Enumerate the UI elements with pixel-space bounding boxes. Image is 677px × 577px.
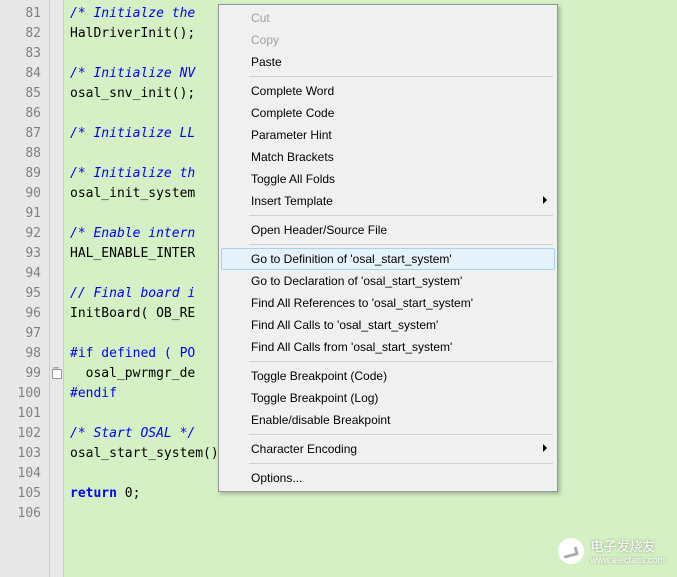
code-text: /* Initialize th (70, 166, 195, 181)
line-number: 98 (0, 344, 49, 364)
menu-item-cut[interactable]: Cut (221, 7, 555, 29)
line-number: 95 (0, 284, 49, 304)
line-number: 90 (0, 184, 49, 204)
menu-item-insert-template[interactable]: Insert Template (221, 190, 555, 212)
code-text: osal_pwrmgr_de (70, 366, 195, 381)
menu-item-options[interactable]: Options... (221, 467, 555, 489)
line-number: 88 (0, 144, 49, 164)
menu-item-find-calls-to[interactable]: Find All Calls to 'osal_start_system' (221, 314, 555, 336)
menu-label: Character Encoding (251, 442, 357, 456)
menu-separator (249, 215, 553, 216)
code-text: /* Start OSAL */ (70, 426, 195, 441)
line-number: 106 (0, 504, 49, 524)
line-number-gutter: 81 82 83 84 85 86 87 88 89 90 91 92 93 9… (0, 0, 50, 577)
code-text: /* Initialize LL (70, 126, 195, 141)
menu-item-copy[interactable]: Copy (221, 29, 555, 51)
code-text: InitBoard( OB_RE (70, 306, 195, 321)
menu-item-find-calls-from[interactable]: Find All Calls from 'osal_start_system' (221, 336, 555, 358)
menu-item-parameter-hint[interactable]: Parameter Hint (221, 124, 555, 146)
line-number: 103 (0, 444, 49, 464)
context-menu: Cut Copy Paste Complete Word Complete Co… (218, 4, 558, 492)
code-text: HalDriverInit(); (70, 26, 195, 41)
menu-item-toggle-all-folds[interactable]: Toggle All Folds (221, 168, 555, 190)
menu-item-toggle-bp-code[interactable]: Toggle Breakpoint (Code) (221, 365, 555, 387)
code-text: /* Initialze the (70, 6, 195, 21)
menu-separator (249, 463, 553, 464)
line-number: 96 (0, 304, 49, 324)
fold-toggle-icon[interactable] (50, 364, 63, 384)
watermark-icon (558, 538, 584, 564)
menu-item-goto-declaration[interactable]: Go to Declaration of 'osal_start_system' (221, 270, 555, 292)
line-number: 83 (0, 44, 49, 64)
line-number: 85 (0, 84, 49, 104)
menu-item-enable-bp[interactable]: Enable/disable Breakpoint (221, 409, 555, 431)
line-number: 102 (0, 424, 49, 444)
menu-separator (249, 244, 553, 245)
code-text: // Final board i (70, 286, 195, 301)
menu-item-match-brackets[interactable]: Match Brackets (221, 146, 555, 168)
menu-item-open-header[interactable]: Open Header/Source File (221, 219, 555, 241)
menu-separator (249, 361, 553, 362)
code-text: osal_init_system (70, 186, 195, 201)
code-text: return (70, 486, 117, 501)
menu-separator (249, 76, 553, 77)
line-number: 89 (0, 164, 49, 184)
line-number: 91 (0, 204, 49, 224)
menu-item-complete-code[interactable]: Complete Code (221, 102, 555, 124)
line-number: 81 (0, 4, 49, 24)
watermark-logo: 电子发烧友 www.elecfans.com (558, 536, 665, 565)
menu-item-goto-definition[interactable]: Go to Definition of 'osal_start_system' (221, 248, 555, 270)
code-text: #if defined ( PO (70, 346, 195, 361)
line-number: 93 (0, 244, 49, 264)
line-number: 105 (0, 484, 49, 504)
code-text: 0; (117, 486, 140, 501)
menu-item-toggle-bp-log[interactable]: Toggle Breakpoint (Log) (221, 387, 555, 409)
menu-item-complete-word[interactable]: Complete Word (221, 80, 555, 102)
code-text: HAL_ENABLE_INTER (70, 246, 195, 261)
menu-item-find-references[interactable]: Find All References to 'osal_start_syste… (221, 292, 555, 314)
code-text: osal_start_system(); (70, 446, 234, 461)
line-number: 99 (0, 364, 49, 384)
menu-item-paste[interactable]: Paste (221, 51, 555, 73)
menu-item-char-encoding[interactable]: Character Encoding (221, 438, 555, 460)
line-number: 104 (0, 464, 49, 484)
line-number: 100 (0, 384, 49, 404)
watermark-url: www.elecfans.com (590, 555, 665, 565)
line-number: 84 (0, 64, 49, 84)
submenu-arrow-icon (543, 196, 547, 204)
submenu-arrow-icon (543, 444, 547, 452)
code-text: /* Initialize NV (70, 66, 195, 81)
code-text: /* Enable intern (70, 226, 195, 241)
line-number: 86 (0, 104, 49, 124)
watermark-title: 电子发烧友 (590, 539, 655, 554)
line-number: 94 (0, 264, 49, 284)
line-number: 97 (0, 324, 49, 344)
line-number: 92 (0, 224, 49, 244)
menu-label: Insert Template (251, 194, 333, 208)
code-text: osal_snv_init(); (70, 86, 195, 101)
line-number: 82 (0, 24, 49, 44)
line-number: 101 (0, 404, 49, 424)
fold-column (50, 0, 64, 577)
menu-separator (249, 434, 553, 435)
line-number: 87 (0, 124, 49, 144)
code-text: #endif (70, 386, 117, 401)
